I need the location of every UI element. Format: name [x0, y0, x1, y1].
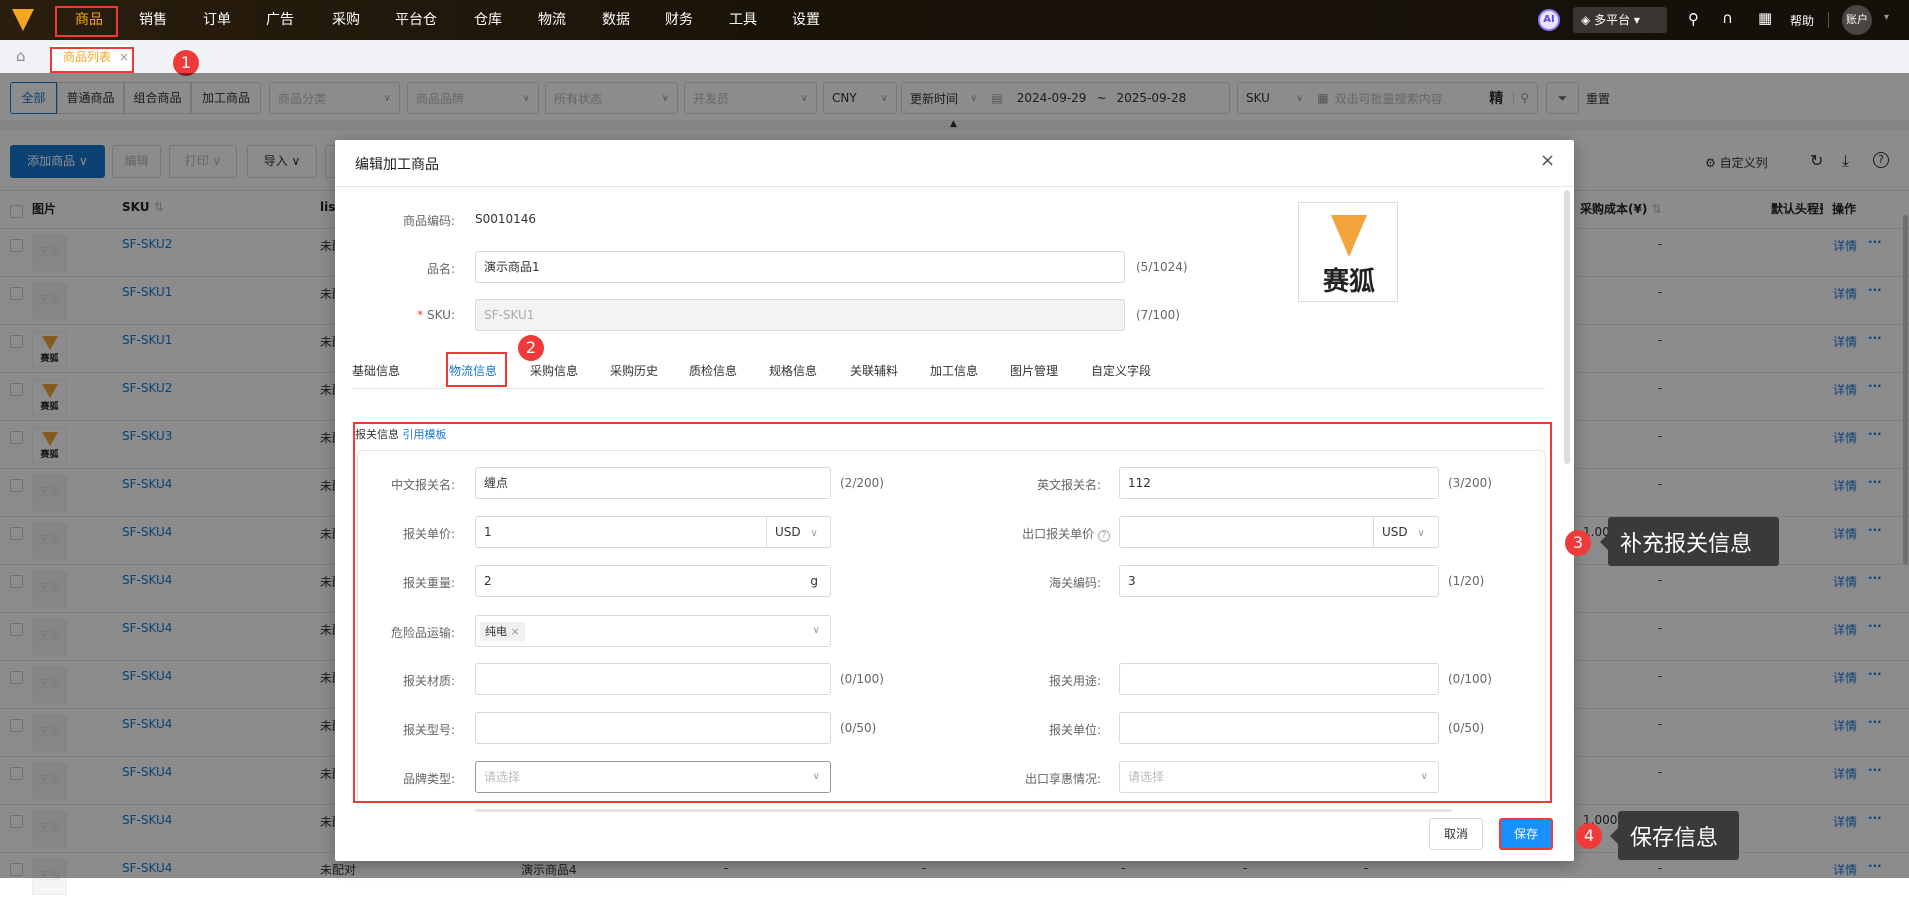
apps-grid-icon[interactable]: ▦	[1758, 9, 1772, 27]
name-label: 品名:	[426, 262, 455, 276]
horizontal-scrollbar[interactable]	[475, 809, 1452, 812]
platform-label: 多平台	[1594, 13, 1631, 27]
save-button[interactable]: 保存	[1499, 818, 1553, 850]
home-icon[interactable]: ⌂	[16, 47, 26, 65]
nav-item[interactable]: 物流	[538, 0, 566, 40]
dialog-tab[interactable]: 加工信息	[930, 362, 978, 379]
dialog-tab[interactable]: 自定义字段	[1091, 362, 1151, 379]
search-icon[interactable]: ⚲	[1688, 10, 1699, 28]
code-label: 商品编码:	[402, 214, 455, 228]
nav-item[interactable]: 销售	[139, 0, 167, 40]
nav-item[interactable]: 设置	[792, 0, 820, 40]
ai-icon[interactable]: AI	[1538, 9, 1560, 31]
dialog-tab[interactable]: 质检信息	[689, 362, 737, 379]
headset-icon[interactable]: ∩	[1722, 9, 1733, 27]
nav-item[interactable]: 工具	[729, 0, 757, 40]
layers-icon: ◈	[1581, 13, 1591, 27]
step-badge-3: 3	[1565, 530, 1591, 556]
dialog-title: 编辑加工商品	[355, 157, 439, 173]
dialog-header-divider	[335, 186, 1574, 187]
step-badge-4: 4	[1576, 823, 1602, 849]
product-image[interactable]: 赛狐	[1298, 202, 1398, 302]
highlight-nav-goods	[55, 6, 118, 37]
highlight-customs-section	[353, 422, 1552, 803]
required-mark: *	[417, 308, 424, 322]
dialog-tab[interactable]: 规格信息	[769, 362, 817, 379]
dialog-tab[interactable]: 关联辅料	[850, 362, 898, 379]
nav-item[interactable]: 广告	[266, 0, 294, 40]
dialog-tab[interactable]: 基础信息	[352, 362, 400, 379]
dialog-tab[interactable]: 图片管理	[1010, 362, 1058, 379]
highlight-tab	[50, 47, 134, 73]
sku-label: * SKU:	[380, 308, 455, 322]
nav-item[interactable]: 仓库	[474, 0, 502, 40]
name-count: (5/1024)	[1136, 260, 1188, 274]
caret-down-icon[interactable]: ▾	[1884, 12, 1889, 23]
name-input[interactable]: 演示商品1	[475, 251, 1125, 283]
top-nav: 商品 销售 订单 广告 采购 平台仓 仓库 物流 数据 财务 工具 设置 AI ◈ 多平台 ▾ ⚲ ∩…	[0, 0, 1909, 40]
cancel-button[interactable]: 取消	[1429, 818, 1483, 850]
highlight-logistics-tab	[446, 352, 507, 387]
tab-bar: ⌂ 商品列表 ×	[0, 40, 1909, 73]
tabs-divider	[352, 388, 1545, 389]
code-value: S0010146	[475, 212, 537, 226]
caret-down-icon: ▾	[1633, 13, 1640, 27]
tooltip-save: 保存信息	[1610, 811, 1739, 860]
sku-input: SF-SKU1	[475, 299, 1125, 331]
sku-count: (7/100)	[1136, 308, 1180, 322]
sku-label-text: SKU:	[427, 308, 455, 322]
help-link[interactable]: 帮助	[1790, 12, 1814, 29]
step-badge-2: 2	[518, 335, 544, 361]
account-avatar[interactable]: 账户	[1842, 5, 1872, 35]
nav-item[interactable]: 订单	[203, 0, 231, 40]
tooltip-fill-customs: 补充报关信息	[1600, 517, 1779, 566]
app-logo-icon[interactable]	[12, 9, 34, 31]
dialog-tab[interactable]: 采购历史	[610, 362, 658, 379]
logo-text: 赛狐	[1322, 267, 1375, 297]
platform-switcher[interactable]: ◈ 多平台 ▾	[1573, 7, 1667, 33]
nav-item[interactable]: 采购	[332, 0, 360, 40]
nav-item[interactable]: 数据	[602, 0, 630, 40]
close-icon[interactable]: ×	[1540, 150, 1555, 171]
nav-item[interactable]: 财务	[665, 0, 693, 40]
dialog-scrollbar[interactable]	[1564, 190, 1570, 464]
divider	[1828, 12, 1829, 28]
dialog-tab[interactable]: 采购信息	[530, 362, 578, 379]
nav-item[interactable]: 平台仓	[395, 0, 437, 40]
fox-logo-icon	[1331, 215, 1367, 257]
